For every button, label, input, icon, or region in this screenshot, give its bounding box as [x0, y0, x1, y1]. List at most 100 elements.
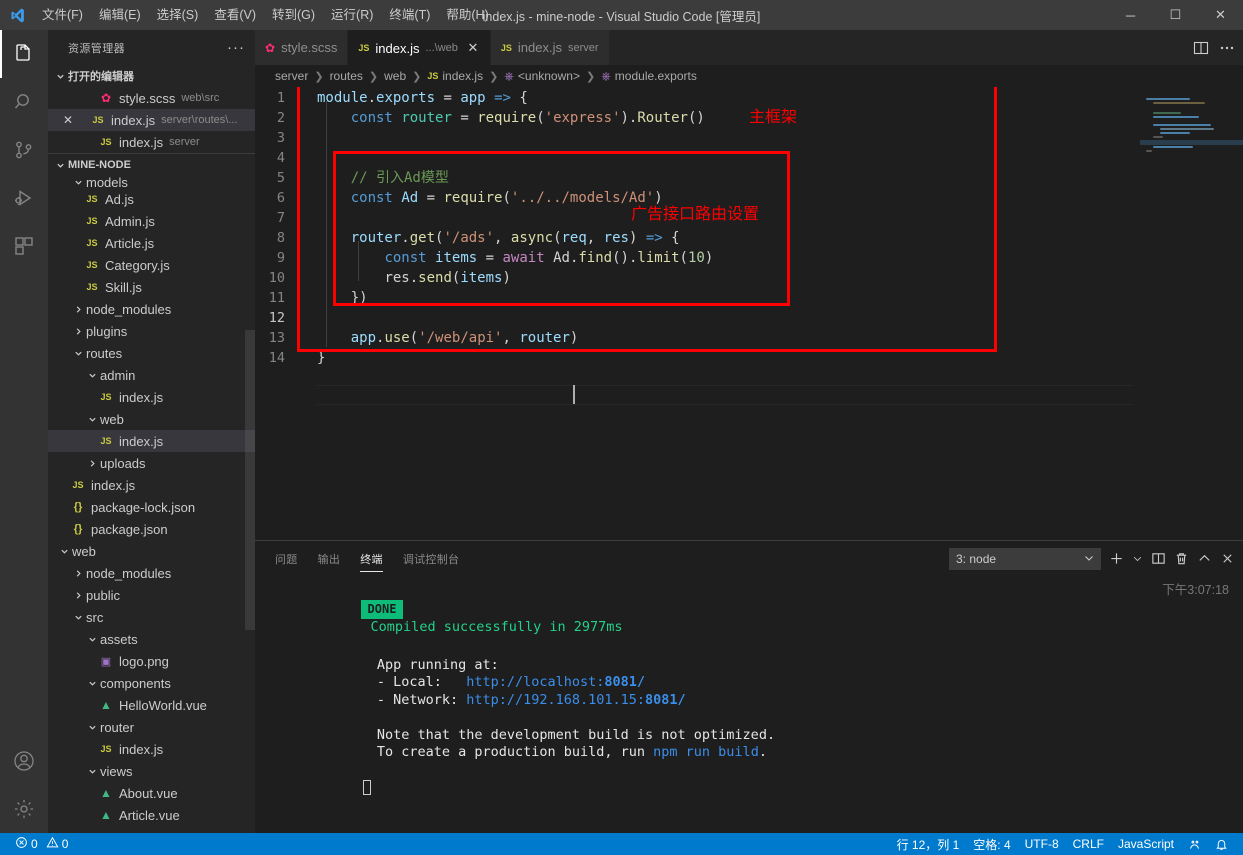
- split-editor-icon[interactable]: [1193, 40, 1209, 56]
- terminal-selector[interactable]: 3: node: [949, 547, 1101, 570]
- tree-item-node-modules[interactable]: node_modules: [48, 562, 255, 584]
- open-editor-style-scss[interactable]: ✿ style.scss web\src: [48, 87, 255, 109]
- menu-bar[interactable]: 文件(F) 编辑(E) 选择(S) 查看(V) 转到(G) 运行(R) 终端(T…: [34, 0, 497, 30]
- tree-item-article-js[interactable]: JS Article.js: [48, 232, 255, 254]
- tree-item-about-vue[interactable]: ▲ About.vue: [48, 782, 255, 804]
- breadcrumb-item-unknown[interactable]: ⎈ <unknown>: [504, 69, 580, 84]
- smiley-icon[interactable]: [1181, 833, 1208, 855]
- menu-item-go[interactable]: 转到(G): [264, 0, 323, 30]
- tree-item-category-js[interactable]: JS Category.js: [48, 254, 255, 276]
- tree-item-models[interactable]: models: [48, 176, 255, 190]
- tree-item-src[interactable]: src: [48, 606, 255, 628]
- tree-item-assets[interactable]: assets: [48, 628, 255, 650]
- local-port[interactable]: 8081/: [604, 674, 645, 690]
- chevron-down-icon[interactable]: [1132, 553, 1143, 564]
- minimize-button[interactable]: ─: [1108, 0, 1153, 30]
- accounts-icon[interactable]: [0, 737, 48, 785]
- tree-item-components[interactable]: components: [48, 672, 255, 694]
- tree-item-uploads[interactable]: uploads: [48, 452, 255, 474]
- tree-item-web[interactable]: web: [48, 540, 255, 562]
- sidebar-scrollbar[interactable]: [245, 330, 255, 630]
- open-editor-index-js-server[interactable]: JS index.js server: [48, 131, 255, 153]
- menu-item-selection[interactable]: 选择(S): [149, 0, 207, 30]
- tree-item-package-lock-json[interactable]: {} package-lock.json: [48, 496, 255, 518]
- menu-item-run[interactable]: 运行(R): [323, 0, 381, 30]
- code-editor[interactable]: 1 module.exports = app => {2 const router…: [255, 87, 1243, 540]
- explorer-icon[interactable]: [0, 30, 48, 78]
- more-actions-icon[interactable]: [1219, 40, 1235, 56]
- status-language-mode[interactable]: JavaScript: [1111, 833, 1181, 855]
- terminal-prompt-cursor[interactable]: [263, 762, 1233, 795]
- tree-item-public[interactable]: public: [48, 584, 255, 606]
- tree-item-routes[interactable]: routes: [48, 342, 255, 364]
- split-terminal-icon[interactable]: [1151, 551, 1166, 566]
- tree-item-skill-js[interactable]: JS Skill.js: [48, 276, 255, 298]
- bell-icon[interactable]: [1208, 833, 1235, 855]
- breadcrumb-item-web[interactable]: web: [384, 69, 406, 83]
- code-line[interactable]: 8 router.get('/ads', async(req, res) => …: [255, 228, 1243, 248]
- settings-gear-icon[interactable]: [0, 785, 48, 833]
- window-controls[interactable]: ─ ☐ ✕: [1108, 0, 1243, 30]
- code-line[interactable]: 13 app.use('/web/api', router): [255, 328, 1243, 348]
- breadcrumb-item-server[interactable]: server: [275, 69, 308, 83]
- code-line[interactable]: 10 res.send(items): [255, 268, 1243, 288]
- maximize-panel-icon[interactable]: [1197, 551, 1212, 566]
- search-icon[interactable]: [0, 78, 48, 126]
- terminal-output[interactable]: 下午3:07:18 DONE Compiled successfully in …: [255, 576, 1243, 833]
- breadcrumb-item-index-js[interactable]: JS index.js: [427, 69, 483, 83]
- project-section-header[interactable]: MINE-NODE: [48, 154, 255, 176]
- close-panel-icon[interactable]: [1220, 551, 1235, 566]
- tree-item-index-js[interactable]: JS index.js: [48, 430, 255, 452]
- code-line[interactable]: 3: [255, 128, 1243, 148]
- tree-item-router[interactable]: router: [48, 716, 255, 738]
- tab-index-js-server[interactable]: JS index.js server: [490, 30, 610, 65]
- menu-item-view[interactable]: 查看(V): [206, 0, 264, 30]
- extensions-icon[interactable]: [0, 222, 48, 270]
- tab-index-js-web[interactable]: JS index.js ...\web ✕: [348, 30, 491, 65]
- close-button[interactable]: ✕: [1198, 0, 1243, 30]
- code-line[interactable]: 4: [255, 148, 1243, 168]
- breadcrumb-item-module-exports[interactable]: ⎈ module.exports: [601, 69, 697, 84]
- maximize-button[interactable]: ☐: [1153, 0, 1198, 30]
- source-control-icon[interactable]: [0, 126, 48, 174]
- tree-item-views[interactable]: views: [48, 760, 255, 782]
- minimap[interactable]: [1140, 87, 1243, 540]
- panel-tab-terminal[interactable]: 终端: [360, 541, 383, 576]
- open-editors-section-header[interactable]: 打开的编辑器: [48, 65, 255, 87]
- sidebar-more-actions-icon[interactable]: ···: [227, 40, 245, 55]
- tab-style-scss[interactable]: ✿ style.scss: [255, 30, 349, 65]
- code-line[interactable]: 9 const items = await Ad.find().limit(10…: [255, 248, 1243, 268]
- tree-item-index-js[interactable]: JS index.js: [48, 386, 255, 408]
- tree-item-ad-js[interactable]: JS Ad.js: [48, 188, 255, 210]
- code-line[interactable]: 14}: [255, 348, 1243, 368]
- status-line-column[interactable]: 行 12，列 1: [890, 833, 967, 855]
- menu-item-terminal[interactable]: 终端(T): [381, 0, 438, 30]
- tree-item-index-js[interactable]: JS index.js: [48, 474, 255, 496]
- menu-item-help[interactable]: 帮助(H): [438, 0, 496, 30]
- network-url[interactable]: http://192.168.101.15:: [466, 692, 645, 708]
- tree-item-article-vue[interactable]: ▲ Article.vue: [48, 804, 255, 826]
- close-icon[interactable]: ✕: [466, 40, 480, 56]
- panel-tab-output[interactable]: 输出: [318, 541, 341, 576]
- local-url[interactable]: http://localhost:: [466, 674, 604, 690]
- tree-item-package-json[interactable]: {} package.json: [48, 518, 255, 540]
- new-terminal-icon[interactable]: [1109, 551, 1124, 566]
- panel-tab-problems[interactable]: 问题: [275, 541, 298, 576]
- menu-item-edit[interactable]: 编辑(E): [91, 0, 149, 30]
- close-icon[interactable]: ✕: [60, 113, 76, 127]
- code-lines[interactable]: 1 module.exports = app => {2 const router…: [255, 87, 1243, 368]
- tree-item-helloworld-vue[interactable]: ▲ HelloWorld.vue: [48, 694, 255, 716]
- breadcrumb-item-routes[interactable]: routes: [330, 69, 363, 83]
- tree-item-web[interactable]: web: [48, 408, 255, 430]
- tree-item-node-modules[interactable]: node_modules: [48, 298, 255, 320]
- code-line[interactable]: 5 // 引入Ad模型: [255, 168, 1243, 188]
- tree-item-admin[interactable]: admin: [48, 364, 255, 386]
- open-editor-index-js-routes[interactable]: ✕ JS index.js server\routes\...: [48, 109, 255, 131]
- tree-item-index-js[interactable]: JS index.js: [48, 738, 255, 760]
- network-port[interactable]: 8081/: [645, 692, 686, 708]
- status-indentation[interactable]: 空格: 4: [966, 833, 1017, 855]
- status-eol[interactable]: CRLF: [1066, 833, 1111, 855]
- code-line[interactable]: 12: [255, 308, 1243, 328]
- status-encoding[interactable]: UTF-8: [1018, 833, 1066, 855]
- tree-item-admin-js[interactable]: JS Admin.js: [48, 210, 255, 232]
